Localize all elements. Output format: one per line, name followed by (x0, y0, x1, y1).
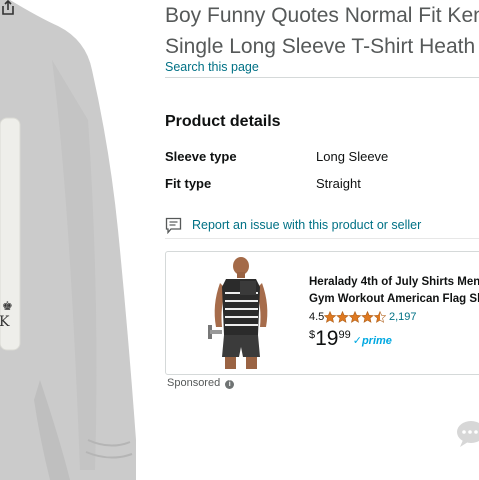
detail-value: Long Sleeve (316, 149, 389, 164)
tshirt-image: ♚ K (0, 0, 136, 480)
share-icon[interactable] (0, 0, 16, 16)
svg-text:♚: ♚ (2, 299, 13, 313)
product-title: Boy Funny Quotes Normal Fit Ken Single L… (165, 0, 479, 62)
prime-label: prime (361, 335, 392, 347)
rating-number: 4.5 (309, 311, 325, 323)
sponsored-product-card[interactable]: Heralady 4th of July Shirts Mens Gym Wor… (165, 251, 479, 375)
product-image[interactable]: ♚ K (0, 0, 140, 480)
chat-bubble-icon[interactable] (455, 418, 479, 448)
prime-badge: ✓prime (353, 335, 392, 347)
star-rating-icon (324, 311, 386, 323)
info-icon[interactable]: i (225, 380, 235, 389)
detail-key: Fit type (165, 176, 212, 191)
divider (165, 77, 479, 78)
ad-title-line-1[interactable]: Heralady 4th of July Shirts Mens (309, 274, 479, 291)
price-whole: 19 (315, 327, 339, 350)
report-issue-label[interactable]: Report an issue with this product or sel… (192, 218, 421, 232)
report-flag-icon (165, 217, 182, 234)
price-fraction: 99 (338, 329, 351, 341)
ad-product-image[interactable] (206, 257, 276, 369)
sponsored-label[interactable]: Sponsored i (167, 377, 235, 389)
product-title-line-1: Boy Funny Quotes Normal Fit Ken (165, 4, 479, 27)
divider (165, 238, 479, 239)
prime-check-icon: ✓ (352, 335, 362, 347)
ad-price: $1999 ✓prime (309, 327, 392, 351)
product-details-heading: Product details (165, 113, 281, 130)
svg-text:K: K (0, 314, 10, 330)
detail-key: Sleeve type (165, 149, 237, 164)
price-symbol: $ (309, 329, 316, 341)
report-issue-link[interactable]: Report an issue with this product or sel… (165, 217, 479, 235)
review-count[interactable]: 2,197 (389, 311, 417, 323)
detail-value: Straight (316, 176, 361, 191)
ad-title-line-2[interactable]: Gym Workout American Flag Sh (309, 291, 479, 308)
ad-product-title[interactable]: Heralady 4th of July Shirts Mens Gym Wor… (309, 274, 479, 308)
product-page: ♚ K Boy Funny Quotes Normal Fit Ken Sing… (0, 0, 479, 480)
product-title-line-2: Single Long Sleeve T-Shirt Heath (165, 35, 476, 58)
sponsored-text: Sponsored (167, 377, 221, 389)
search-this-page-link[interactable]: Search this page (165, 60, 259, 74)
